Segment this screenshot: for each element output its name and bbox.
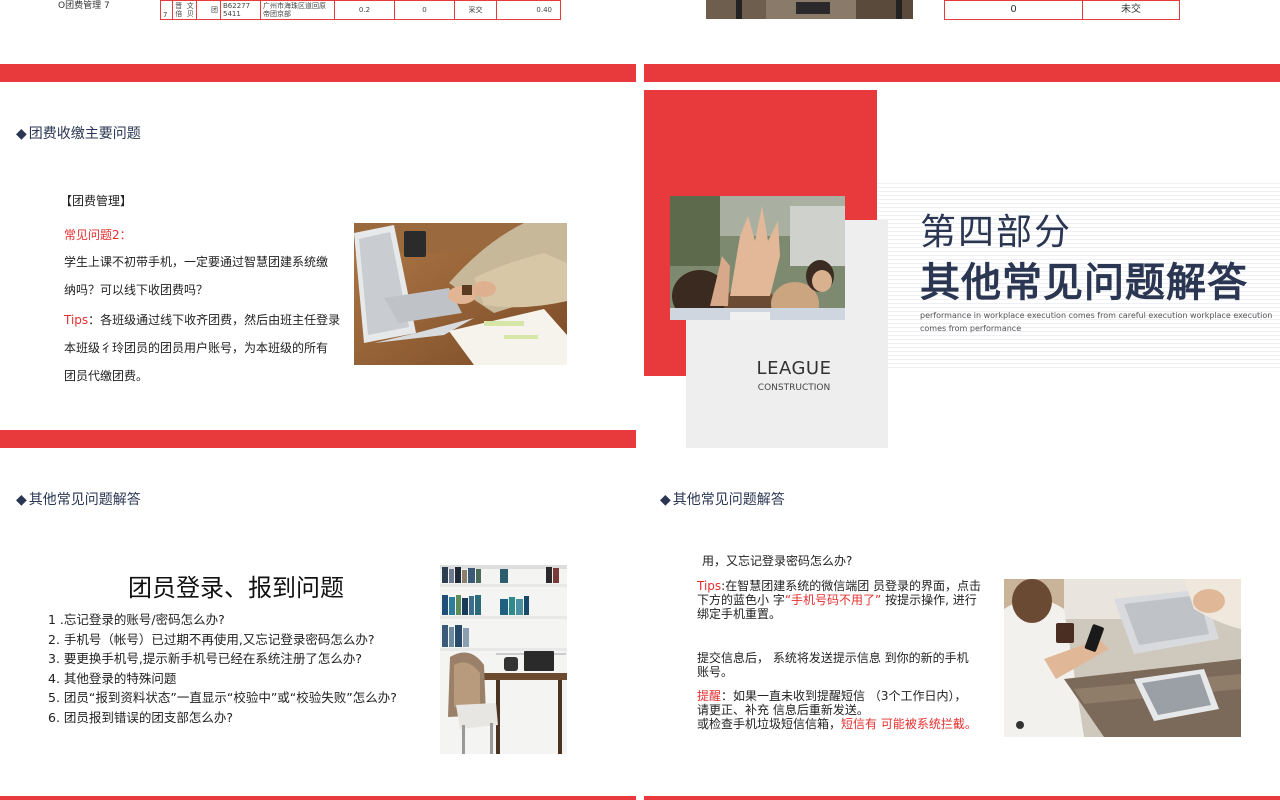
tips-text-part: ：各班级通过线下收齐团费，然后由班主任登录 [88,313,341,327]
table-cell: 0.2 [334,0,395,20]
slide-membership-fee: ◆ 团费收缴主要问题 【团费管理】 常见问题2： 学生上课不初带手机，一定要通过智… [0,90,636,448]
section-title: ◆ 团费收缴主要问题 [16,126,141,142]
table-cell: 7 [160,0,173,20]
construction-label: CONSTRUCTION [757,383,831,393]
subtitle-line: comes from performance [920,324,1022,333]
tips-text-part: 下方的蓝色小 字 [697,593,785,607]
office-photo [706,0,913,19]
tips-line: Tips:在智慧团建系统的微信端团 员登录的界面，点击 [697,579,981,593]
slide-bottom-bar [644,796,1280,800]
row-label: O团费管理 7 [58,1,110,11]
tag-label: 【团费管理】 [60,194,133,208]
list-item: 6. 团员报到错误的团支部怎么办? [48,709,234,725]
bookshelf-photo [440,565,567,754]
slide-top-right: 0 未交 [644,0,1280,82]
tips-line: Tips：各班级通过线下收齐团费，然后由班主任登录 [64,306,340,334]
tips-label: Tips [697,579,722,593]
subtitle-line: performance in workplace execution comes… [920,311,1273,320]
slide-login-issues: ◆ 其他常见问题解答 团员登录、报到问题 1 .忘记登录的账号/密码怎么办? 2.… [0,456,636,800]
team-photo [670,196,845,320]
diamond-icon: ◆ [660,492,671,508]
section-title: ◆ 其他常见问题解答 [16,492,141,508]
main-title: 其他常见问题解答 [920,260,1248,306]
highlight-text: “手机号码不用了” [784,593,882,607]
slide-heading: 团员登录、报到问题 [128,574,344,602]
tips-line: 下方的蓝色小 字“手机号码不用了” 按提示操作, 进行 [697,593,981,607]
question-text: 学生上课不初带手机，一定要通过智慧团建系统缴 纳吗？可以线下收团费吗？ [64,248,328,304]
remind-line: 请更正、补充 信息后重新发送。 [697,703,869,717]
slide-bottom-bar [0,430,636,448]
table-cell: 未交 [1121,4,1141,15]
slide-phone-reset: ◆ 其他常见问题解答 用，又忘记登录密码怎么办? Tips:在智慧团建系统的微信端… [644,456,1280,800]
phone-photo [1004,579,1241,737]
tips-text: Tips：各班级通过线下收齐团费，然后由班主任登录 本班级彳玲团员的团员用户账号… [64,306,340,390]
question-line: 纳吗？可以线下收团费吗？ [64,283,209,297]
submit-line: 提交信息后， 系统将发送提示信息 到你的新的手机 [697,651,969,665]
table-cell: 晋 倍 [172,0,185,20]
list-item: 1 .忘记登录的账号/密码怎么办? [48,612,225,627]
tips-line: 本班级彳玲团员的团员用户账号，为本班级的所有 [64,341,329,355]
question-line: 学生上课不初带手机，一定要通过智慧团建系统缴 [64,255,329,269]
table-cell: 团 [196,0,221,20]
diamond-icon: ◆ [16,126,27,142]
table-cell: 0 [945,1,1083,19]
tips-line: 团员代缴团费。 [64,369,149,383]
tips-text-part: :在智慧团建系统的微信端团 员登录的界面，点击 [721,579,982,593]
table-cell: 0 [394,0,455,20]
tips-block: Tips:在智慧团建系统的微信端团 员登录的界面，点击 下方的蓝色小 字“手机号… [697,579,981,621]
question-label: 常见问题2： [64,228,132,242]
remind-line: 或检查手机垃圾短信信箱，短信有 可能被系统拦截。 [697,717,977,731]
remind-text-part: ：如果一直未收到提醒短信 （3个工作日内）， [721,689,967,703]
status-table: 0 未交 [944,0,1180,20]
tips-line: 绑定手机重置。 [697,607,782,621]
table-cell: 采交 [454,0,497,20]
question-text: 用，又忘记登录密码怎么办? [702,554,853,568]
remind-block: 提醒：如果一直未收到提醒短信 （3个工作日内）， 请更正、补充 信息后重新发送。… [697,689,977,731]
table-cell: 文 贝 [184,0,197,20]
slide-bottom-bar [0,796,636,800]
highlight-text: 短信有 可能被系统拦截。 [841,717,977,731]
slide-bottom-bar [0,64,636,82]
table-cell: 0.40 [496,0,561,20]
remind-line: 提醒：如果一直未收到提醒短信 （3个工作日内）， [697,689,977,703]
subtitle: performance in workplace execution comes… [920,309,1273,335]
tips-text-part: 按提示操作, 进行 [881,593,977,607]
table-cell: B62277 5411 [220,0,261,20]
fee-table: 7 晋 倍 文 贝 团 B62277 5411 广州市海珠区道回原 帝团京部 0… [160,0,561,20]
slide-top-left: O团费管理 7 7 晋 倍 文 贝 团 B62277 5411 广州市海珠区道回… [0,0,636,82]
remind-text-part: 或检查手机垃圾短信信箱， [697,717,842,731]
slide-bottom-bar [644,64,1280,82]
table-row: 7 晋 倍 文 贝 团 B62277 5411 广州市海珠区道回原 帝团京部 0… [160,0,561,20]
list-item: 5. 团员“报到资料状态”一直显示“校验中”或“校验失败”怎么办? [48,690,397,705]
list-item: 3. 要更换手机号,提示新手机号已经在系统注册了怎么办? [48,651,363,666]
league-label: LEAGUE [756,358,832,379]
diamond-icon: ◆ [16,492,27,508]
section-title: ◆ 其他常见问题解答 [660,492,785,508]
remind-label: 提醒 [697,689,722,703]
question-list: 1 .忘记登录的账号/密码怎么办? 2. 手机号（帐号）已过期不再使用,又忘记登… [48,610,397,727]
list-item: 4. 其他登录的特殊问题 [48,670,177,686]
laptop-photo [354,223,567,365]
submit-line: 账号。 [697,665,734,679]
tips-label: Tips [64,313,89,327]
part-title: 第四部分 [920,212,1073,253]
table-cell: 广州市海珠区道回原 帝团京部 [260,0,335,20]
submit-block: 提交信息后， 系统将发送提示信息 到你的新的手机 账号。 [697,651,969,679]
slide-section-cover: LEAGUE CONSTRUCTION 第四部分 其他常见问题解答 perfor… [644,90,1280,448]
list-item: 2. 手机号（帐号）已过期不再使用,又忘记登录密码怎么办? [48,631,375,647]
